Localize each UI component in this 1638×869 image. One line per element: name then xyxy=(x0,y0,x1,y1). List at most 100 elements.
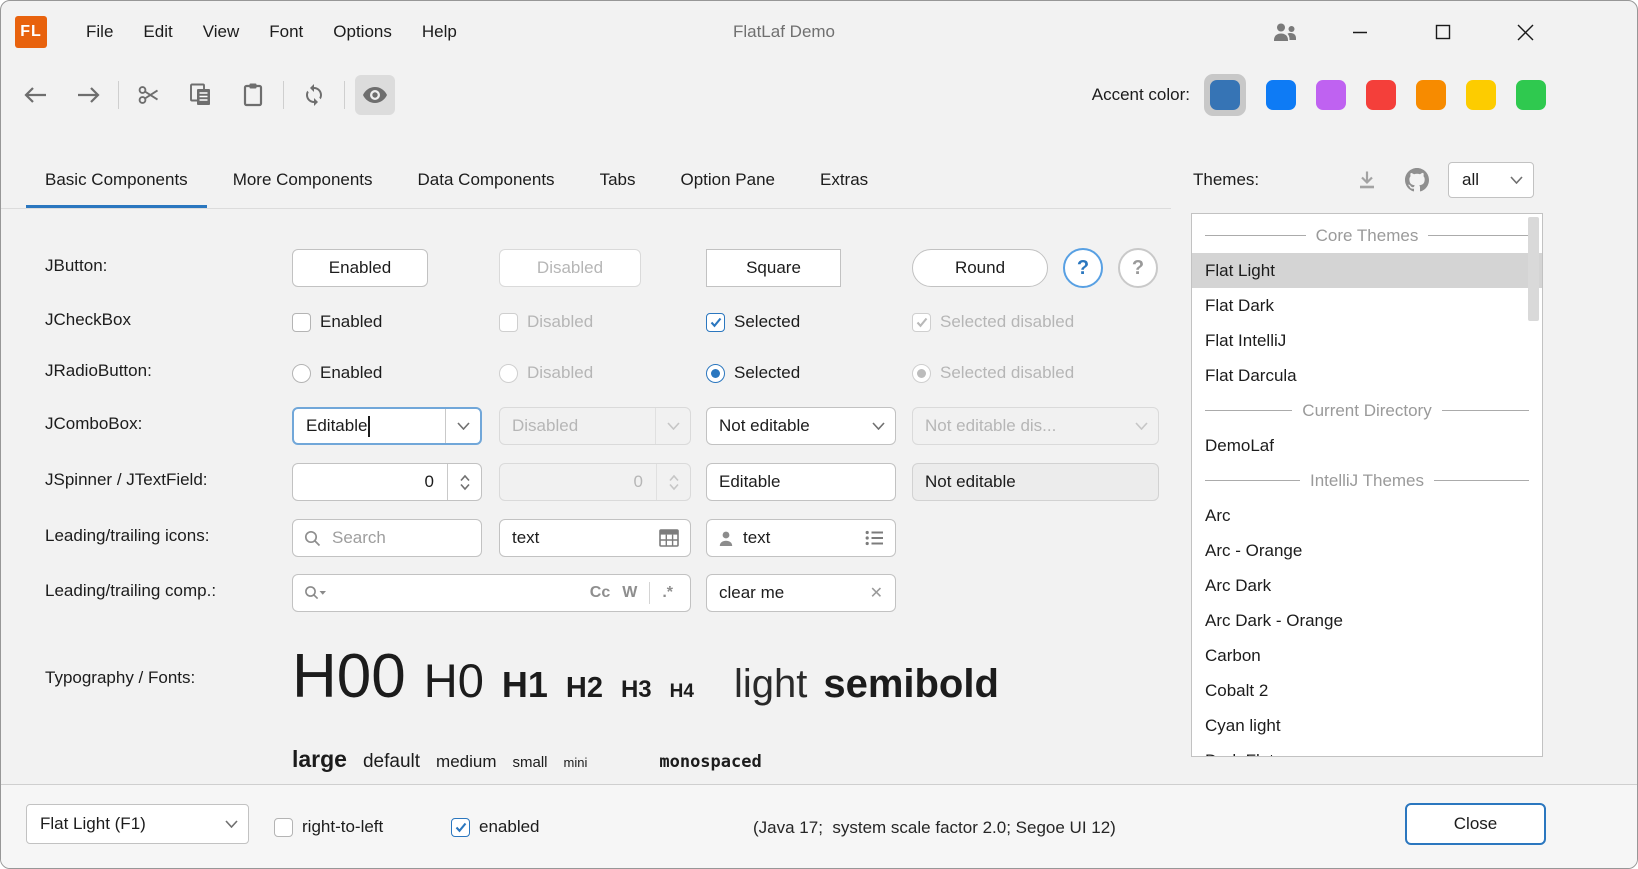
jcombobox-row-label: JComboBox: xyxy=(45,414,142,434)
laf-selector-value: Flat Light (F1) xyxy=(27,814,214,834)
accent-swatch-5[interactable] xyxy=(1466,80,1496,110)
textfield-value: Editable xyxy=(707,472,780,492)
theme-item-demolaf[interactable]: DemoLaf xyxy=(1192,428,1542,463)
minimize-button[interactable] xyxy=(1318,1,1401,63)
search-input[interactable] xyxy=(330,527,450,549)
tab-basic-components[interactable]: Basic Components xyxy=(26,151,207,208)
match-case-button[interactable]: Cc xyxy=(584,584,616,602)
theme-item-cyan-light[interactable]: Cyan light xyxy=(1192,708,1542,743)
regex-button[interactable]: .* xyxy=(656,584,679,602)
accent-swatch-0[interactable] xyxy=(1210,80,1240,110)
tab-data-components[interactable]: Data Components xyxy=(399,151,574,208)
rtl-checkbox[interactable]: right-to-left xyxy=(274,816,383,838)
accent-swatch-3[interactable] xyxy=(1366,80,1396,110)
search-field[interactable] xyxy=(292,519,482,557)
square-button[interactable]: Square xyxy=(706,249,841,287)
accent-swatch-2[interactable] xyxy=(1316,80,1346,110)
theme-item-dark-flat[interactable]: Dark Flat xyxy=(1192,743,1542,757)
checkbox-label: Selected xyxy=(734,312,800,332)
menu-edit[interactable]: Edit xyxy=(128,16,187,48)
checkbox-enabled[interactable]: Enabled xyxy=(292,311,382,333)
monospaced-sample: monospaced xyxy=(659,752,761,772)
menu-font[interactable]: Font xyxy=(254,16,318,48)
forward-button[interactable] xyxy=(68,75,108,115)
radio-enabled[interactable]: Enabled xyxy=(292,362,382,384)
combobox-not-editable-disabled: Not editable dis... xyxy=(912,407,1159,445)
theme-item-flat-dark[interactable]: Flat Dark xyxy=(1192,288,1542,323)
theme-list-scrollbar[interactable] xyxy=(1528,217,1539,321)
menu-help[interactable]: Help xyxy=(407,16,472,48)
enabled-label: enabled xyxy=(479,817,540,837)
radio-icon xyxy=(292,364,311,383)
theme-item-arc---orange[interactable]: Arc - Orange xyxy=(1192,533,1542,568)
theme-item-arc-dark---orange[interactable]: Arc Dark - Orange xyxy=(1192,603,1542,638)
tab-extras[interactable]: Extras xyxy=(801,151,887,208)
theme-item-flat-intellij[interactable]: Flat IntelliJ xyxy=(1192,323,1542,358)
paste-button[interactable] xyxy=(233,75,273,115)
theme-item-arc-dark[interactable]: Arc Dark xyxy=(1192,568,1542,603)
whole-words-button[interactable]: W xyxy=(616,584,643,602)
disabled-button: Disabled xyxy=(499,249,641,287)
theme-item-carbon[interactable]: Carbon xyxy=(1192,638,1542,673)
checkbox-selected[interactable]: Selected xyxy=(706,311,800,333)
menu-view[interactable]: View xyxy=(188,16,255,48)
enabled-checkbox[interactable]: enabled xyxy=(451,816,540,838)
themes-filter-combo[interactable]: all xyxy=(1448,162,1534,198)
text-field-value: text xyxy=(743,528,770,548)
default-sample: default xyxy=(363,751,420,773)
users-button[interactable] xyxy=(1260,1,1310,63)
download-themes-button[interactable] xyxy=(1352,165,1382,195)
help-button-accent[interactable]: ? xyxy=(1063,248,1103,288)
combobox-editable[interactable]: Editable xyxy=(292,407,482,445)
cut-button[interactable] xyxy=(129,75,169,115)
mini-sample: mini xyxy=(564,755,588,770)
combobox-not-editable[interactable]: Not editable xyxy=(706,407,896,445)
accent-swatch-1[interactable] xyxy=(1266,80,1296,110)
help-button[interactable]: ? xyxy=(1118,248,1158,288)
leading-trailing-icons-label: Leading/trailing icons: xyxy=(45,526,209,546)
cut-icon xyxy=(137,83,161,107)
medium-sample: medium xyxy=(436,752,496,772)
search-field-with-options[interactable]: Cc W .* xyxy=(292,574,691,612)
theme-item-flat-darcula[interactable]: Flat Darcula xyxy=(1192,358,1542,393)
radio-label: Selected xyxy=(734,363,800,383)
close-button[interactable]: Close xyxy=(1405,803,1546,845)
titlebar: FL FileEditViewFontOptionsHelp FlatLaf D… xyxy=(1,1,1637,63)
textfield-editable[interactable]: Editable xyxy=(706,463,896,501)
github-button[interactable] xyxy=(1402,165,1432,195)
chevron-down-icon[interactable] xyxy=(446,422,480,430)
theme-group-header: IntelliJ Themes xyxy=(1192,463,1542,498)
clearable-field[interactable]: clear me ✕ xyxy=(706,574,896,612)
menu-options[interactable]: Options xyxy=(318,16,407,48)
theme-item-cobalt-2[interactable]: Cobalt 2 xyxy=(1192,673,1542,708)
checkbox-checked-icon xyxy=(451,818,470,837)
back-button[interactable] xyxy=(16,75,56,115)
round-button[interactable]: Round xyxy=(912,249,1048,287)
accent-swatch-4[interactable] xyxy=(1416,80,1446,110)
laf-selector-combo[interactable]: Flat Light (F1) xyxy=(26,804,249,844)
menu-file[interactable]: File xyxy=(71,16,128,48)
spinner-arrows[interactable] xyxy=(448,473,481,492)
close-window-button[interactable] xyxy=(1484,1,1567,63)
radio-selected[interactable]: Selected xyxy=(706,362,800,384)
theme-item-arc[interactable]: Arc xyxy=(1192,498,1542,533)
refresh-button[interactable] xyxy=(294,75,334,115)
refresh-icon xyxy=(302,83,326,107)
show-hidden-toggle-button[interactable] xyxy=(355,75,395,115)
jradio-row-label: JRadioButton: xyxy=(45,361,152,381)
maximize-button[interactable] xyxy=(1401,1,1484,63)
tab-option-pane[interactable]: Option Pane xyxy=(661,151,794,208)
typography-sizes: large default medium small mini monospac… xyxy=(292,746,762,773)
theme-item-flat-light[interactable]: Flat Light xyxy=(1192,253,1542,288)
accent-swatch-6[interactable] xyxy=(1516,80,1546,110)
clear-icon[interactable]: ✕ xyxy=(870,583,895,603)
copy-button[interactable] xyxy=(181,75,221,115)
text-field-user[interactable]: text xyxy=(706,519,896,557)
text-field-table[interactable]: text xyxy=(499,519,691,557)
search-dropdown-icon[interactable] xyxy=(293,585,337,602)
tab-more-components[interactable]: More Components xyxy=(214,151,392,208)
clearable-field-value: clear me xyxy=(707,583,784,603)
spinner[interactable]: 0 xyxy=(292,463,482,501)
tab-tabs[interactable]: Tabs xyxy=(581,151,655,208)
enabled-button[interactable]: Enabled xyxy=(292,249,428,287)
